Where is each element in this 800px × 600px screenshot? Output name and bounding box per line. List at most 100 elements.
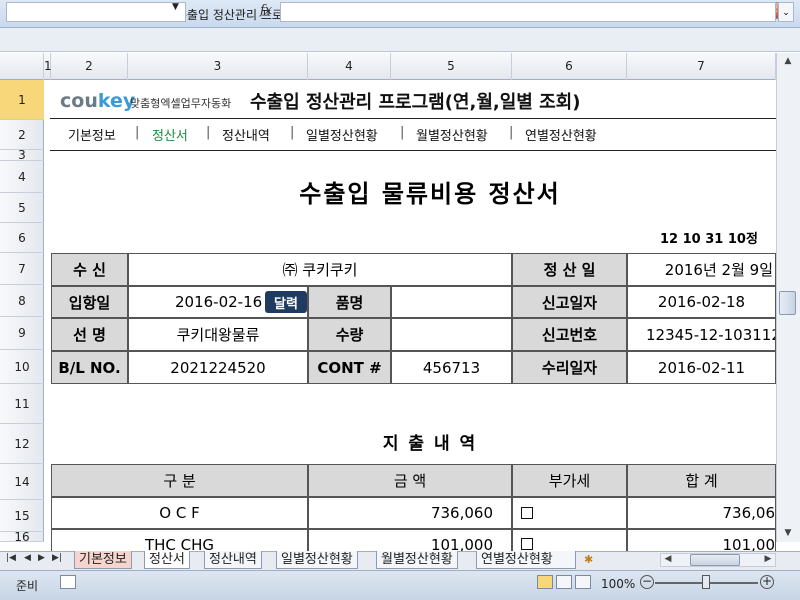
column-header[interactable]: 5 bbox=[391, 53, 512, 80]
column-header-bar: 1 2 3 4 5 6 7 bbox=[0, 53, 776, 80]
report-date-value[interactable]: 2016-02-18 bbox=[627, 286, 776, 318]
row-header[interactable]: 11 bbox=[0, 384, 44, 424]
status-ready: 준비 bbox=[16, 579, 39, 593]
prev-sheet-icon[interactable]: ◀ bbox=[24, 553, 31, 563]
column-header[interactable]: 4 bbox=[308, 53, 391, 80]
expense-header-total: 합 계 bbox=[627, 464, 776, 497]
coukey-logo: coukey bbox=[60, 90, 136, 112]
nav-separator: | bbox=[509, 125, 514, 140]
vertical-scroll-thumb[interactable] bbox=[779, 291, 796, 315]
expense-row-category[interactable]: O C F bbox=[51, 497, 308, 529]
vessel-value[interactable]: 쿠키대왕물류 bbox=[128, 318, 308, 351]
column-header[interactable]: 7 bbox=[627, 53, 776, 80]
last-sheet-icon[interactable]: ▶| bbox=[52, 553, 62, 563]
row-header[interactable]: 1 bbox=[0, 80, 44, 120]
row-header[interactable]: 7 bbox=[0, 253, 44, 285]
column-header[interactable]: 2 bbox=[51, 53, 128, 80]
sheet-tab-settlement-history[interactable]: 정산내역 bbox=[204, 551, 262, 569]
report-date-label: 신고일자 bbox=[512, 286, 627, 318]
report-number-label: 신고번호 bbox=[512, 318, 627, 351]
zoom-slider-thumb[interactable] bbox=[702, 575, 710, 589]
item-value[interactable] bbox=[391, 286, 512, 318]
vessel-label: 선 명 bbox=[51, 318, 128, 351]
scroll-up-icon[interactable]: ▲ bbox=[780, 56, 796, 66]
expense-row-amount[interactable]: 736,060 bbox=[308, 497, 512, 529]
column-header[interactable]: 6 bbox=[512, 53, 627, 80]
quantity-value[interactable] bbox=[391, 318, 512, 351]
scroll-down-icon[interactable]: ▼ bbox=[780, 528, 796, 538]
scroll-left-icon[interactable]: ◀ bbox=[662, 554, 674, 564]
name-box[interactable] bbox=[6, 2, 186, 22]
container-value[interactable]: 456713 bbox=[391, 351, 512, 384]
nav-daily-status[interactable]: 일별정산현황 bbox=[306, 125, 378, 144]
zoom-level[interactable]: 100% bbox=[601, 577, 635, 591]
nav-yearly-status[interactable]: 연별정산현황 bbox=[525, 125, 597, 144]
document-number: 12 10 31 10정 bbox=[660, 232, 758, 247]
row-header[interactable]: 16 bbox=[0, 532, 44, 542]
expense-section-title: 지 출 내 역 bbox=[382, 434, 478, 454]
program-title: 수출입 정산관리 프로그램(연,월,일별 조회) bbox=[250, 92, 581, 113]
sheet-tab-settlement[interactable]: 정산서 bbox=[144, 551, 190, 569]
expand-formula-bar-icon[interactable]: ⌄ bbox=[778, 2, 794, 22]
bl-number-value[interactable]: 2021224520 bbox=[128, 351, 308, 384]
expense-row-vat[interactable] bbox=[512, 497, 627, 529]
logo-subtitle: 맞춤형엑셀업무자동화 bbox=[130, 97, 232, 110]
column-header[interactable]: 1 bbox=[44, 53, 52, 80]
vat-checkbox[interactable] bbox=[521, 538, 533, 550]
arrival-date-label: 입항일 bbox=[51, 286, 128, 318]
first-sheet-icon[interactable]: |◀ bbox=[6, 553, 16, 563]
row-header[interactable]: 14 bbox=[0, 464, 44, 500]
report-number-value[interactable]: 12345-12-103112 bbox=[627, 318, 776, 351]
document-title: 수출입 물류비용 정산서 bbox=[299, 180, 561, 208]
page-break-view-icon[interactable] bbox=[575, 575, 591, 589]
select-all-corner[interactable] bbox=[0, 53, 44, 80]
row-header[interactable]: 10 bbox=[0, 350, 44, 384]
normal-view-icon[interactable] bbox=[537, 575, 553, 589]
calendar-button[interactable]: 달력 bbox=[265, 291, 307, 313]
zoom-out-icon[interactable]: − bbox=[640, 575, 654, 589]
row-header[interactable]: 2 bbox=[0, 120, 44, 150]
container-label: CONT # bbox=[308, 351, 391, 384]
page-layout-view-icon[interactable] bbox=[556, 575, 572, 589]
settle-date-value[interactable]: 2016년 2월 9일 bbox=[627, 253, 776, 286]
expense-row-total[interactable]: 736,06 bbox=[627, 497, 776, 529]
nav-divider-top bbox=[50, 118, 776, 119]
receiver-value[interactable]: ㈜ 쿠키쿠키 bbox=[128, 253, 512, 286]
insert-function-icon[interactable]: fx bbox=[260, 3, 272, 18]
formula-bar bbox=[0, 28, 800, 52]
horizontal-scroll-thumb[interactable] bbox=[690, 554, 740, 566]
sheet-tab-monthly-status[interactable]: 월별정산현황 bbox=[376, 551, 458, 569]
accept-date-label: 수리일자 bbox=[512, 351, 627, 384]
next-sheet-icon[interactable]: ▶ bbox=[38, 553, 45, 563]
nav-basic-info[interactable]: 기본정보 bbox=[68, 125, 116, 144]
receiver-label: 수 신 bbox=[51, 253, 128, 286]
accept-date-value[interactable]: 2016-02-11 bbox=[627, 351, 776, 384]
name-box-dropdown-icon[interactable]: ▼ bbox=[172, 2, 179, 12]
row-header[interactable]: 9 bbox=[0, 317, 44, 350]
nav-monthly-status[interactable]: 월별정산현황 bbox=[416, 125, 488, 144]
column-header[interactable]: 3 bbox=[128, 53, 308, 80]
macro-record-icon[interactable] bbox=[60, 575, 76, 589]
sheet-tab-daily-status[interactable]: 일별정산현황 bbox=[276, 551, 358, 569]
nav-separator: | bbox=[135, 125, 140, 140]
vat-checkbox[interactable] bbox=[521, 507, 533, 519]
row-header[interactable]: 6 bbox=[0, 223, 44, 253]
zoom-in-icon[interactable]: + bbox=[760, 575, 774, 589]
bl-number-label: B/L NO. bbox=[51, 351, 128, 384]
insert-sheet-icon[interactable]: ✱ bbox=[584, 553, 593, 566]
nav-separator: | bbox=[400, 125, 405, 140]
nav-settlement-history[interactable]: 정산내역 bbox=[222, 125, 270, 144]
formula-input[interactable] bbox=[280, 2, 776, 22]
sheet-tab-basic-info[interactable]: 기본정보 bbox=[74, 551, 132, 569]
row-header[interactable]: 15 bbox=[0, 500, 44, 532]
row-header[interactable]: 8 bbox=[0, 285, 44, 317]
expense-header-amount: 금 액 bbox=[308, 464, 512, 497]
status-bar bbox=[0, 570, 800, 600]
row-header[interactable]: 3 bbox=[0, 148, 44, 162]
nav-divider-bottom bbox=[50, 150, 776, 151]
sheet-tab-yearly-status[interactable]: 연별정산현황 bbox=[476, 551, 576, 569]
row-header-bar: 1 2 3 4 5 6 7 8 9 10 11 12 14 15 16 bbox=[0, 80, 44, 542]
nav-settlement[interactable]: 정산서 bbox=[152, 125, 188, 144]
scroll-right-icon[interactable]: ▶ bbox=[762, 554, 774, 564]
nav-separator: | bbox=[206, 125, 211, 140]
